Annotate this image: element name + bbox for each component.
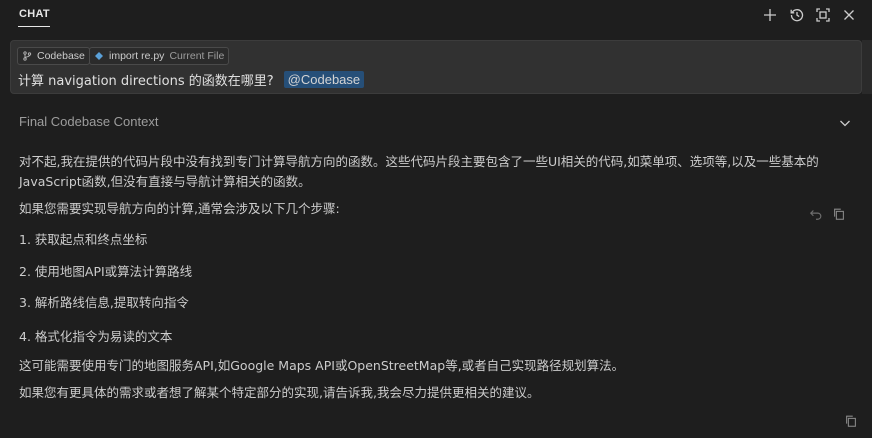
- current-file-chip[interactable]: import re.py Current File: [89, 47, 230, 65]
- response-note: 这可能需要使用专门的地图服务API,如Google Maps API或OpenS…: [19, 358, 625, 373]
- tab-chat[interactable]: CHAT: [19, 8, 50, 20]
- chat-header: CHAT: [0, 0, 872, 32]
- response-intro: 如果您需要实现导航方向的计算,通常会涉及以下几个步骤:: [19, 201, 340, 216]
- codebase-chip-label: Codebase: [37, 50, 85, 62]
- response-closing: 如果您有更具体的需求或者想了解某个特定部分的实现,请告诉我,我会尽力提供更相关的…: [19, 385, 540, 400]
- codebase-chip[interactable]: Codebase: [17, 47, 90, 65]
- copy-response-icon[interactable]: [843, 413, 859, 429]
- chevron-down-icon[interactable]: [837, 115, 853, 131]
- input-scrollbar[interactable]: [862, 40, 872, 94]
- step-4: 4. 格式化指令为易读的文本: [19, 329, 173, 344]
- step-2: 2. 使用地图API或算法计算路线: [19, 264, 193, 279]
- codebase-context-row[interactable]: Final Codebase Context: [0, 110, 872, 134]
- context-label: Final Codebase Context: [19, 114, 159, 129]
- step-1: 1. 获取起点和终点坐标: [19, 232, 148, 247]
- response-paragraph-line-1: 对不起,我在提供的代码片段中没有找到专门计算导航方向的函数。这些代码片段主要包含…: [19, 154, 819, 169]
- tab-active-indicator: [18, 26, 50, 27]
- copy-icon[interactable]: [831, 206, 847, 222]
- undo-icon[interactable]: [808, 206, 824, 222]
- branch-icon: [22, 51, 32, 61]
- file-icon: [94, 51, 104, 61]
- maximize-icon[interactable]: [814, 6, 832, 24]
- response-paragraph-line-2: JavaScript函数,但没有直接与导航计算相关的函数。: [19, 174, 311, 189]
- plus-icon[interactable]: [761, 6, 779, 24]
- codebase-mention[interactable]: @Codebase: [283, 70, 365, 88]
- query-text: 计算 navigation directions 的函数在哪里?: [18, 73, 274, 89]
- query-text-row: 计算 navigation directions 的函数在哪里? @Codeba…: [18, 69, 365, 89]
- chat-input-box[interactable]: Codebase import re.py Current File 计算 na…: [10, 40, 862, 94]
- step-3: 3. 解析路线信息,提取转向指令: [19, 295, 189, 310]
- current-file-chip-sub: Current File: [169, 50, 225, 62]
- history-icon[interactable]: [788, 6, 806, 24]
- close-icon[interactable]: [840, 6, 858, 24]
- current-file-chip-label: import re.py: [109, 50, 165, 62]
